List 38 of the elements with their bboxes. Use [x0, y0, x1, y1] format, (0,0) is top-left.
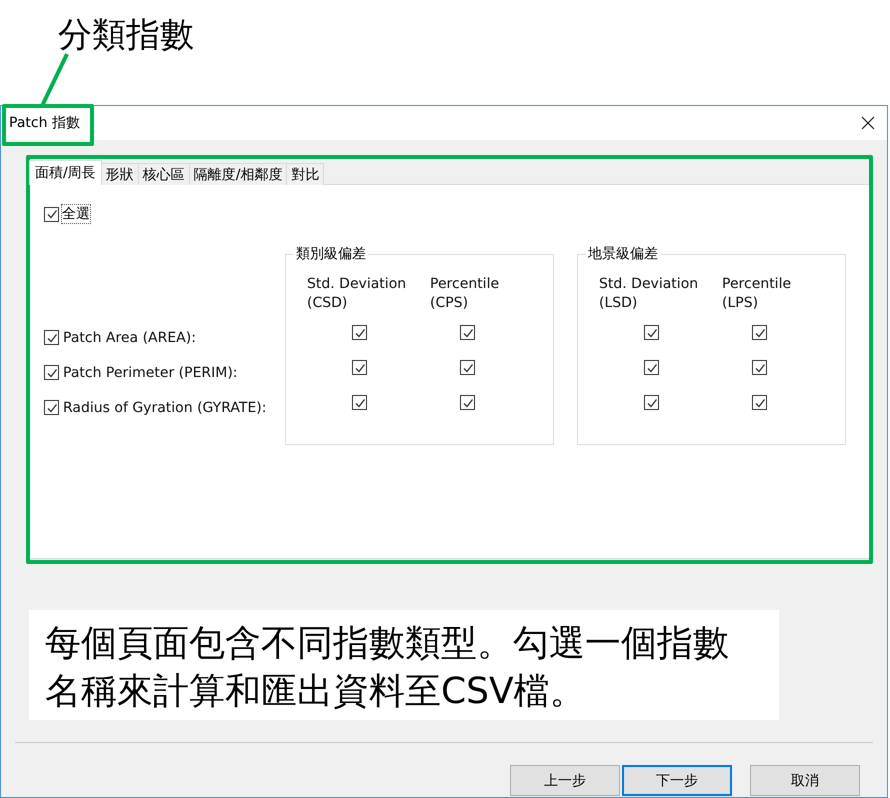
nav-button[interactable]: 上一步: [510, 765, 620, 796]
metric-label: Patch Perimeter (PERIM):: [63, 365, 238, 381]
column-header: Percentile (CPS): [430, 275, 500, 313]
checkbox[interactable]: [352, 325, 367, 340]
checkbox[interactable]: [44, 365, 59, 380]
checkbox[interactable]: [644, 395, 659, 410]
checkbox-label[interactable]: 全選: [62, 205, 90, 223]
checkbox[interactable]: [752, 360, 767, 375]
tab[interactable]: 核心區: [138, 163, 190, 185]
column-header: Percentile (LPS): [722, 275, 792, 313]
checkbox[interactable]: [44, 206, 59, 222]
nav-button[interactable]: 取消: [750, 765, 860, 796]
metric-label: Patch Area (AREA):: [63, 330, 196, 346]
callout-title: 分類指數: [58, 14, 194, 57]
window-title: Patch 指數: [9, 114, 80, 132]
nav-button[interactable]: 下一步: [622, 765, 732, 796]
tab[interactable]: 面積/周長: [29, 160, 102, 185]
checkbox[interactable]: [352, 395, 367, 410]
column-header: Std. Deviation (LSD): [599, 275, 700, 313]
column-header: Std. Deviation (CSD): [307, 275, 408, 313]
checkbox[interactable]: [460, 395, 475, 410]
checkbox[interactable]: [752, 395, 767, 410]
metric-label: Radius of Gyration (GYRATE):: [63, 400, 266, 416]
checkbox[interactable]: [752, 325, 767, 340]
tab[interactable]: 形狀: [100, 163, 139, 185]
checkbox[interactable]: [352, 360, 367, 375]
checkbox[interactable]: [644, 325, 659, 340]
checkbox[interactable]: [460, 360, 475, 375]
checkbox[interactable]: [460, 325, 475, 340]
group-title: 地景級偏差: [587, 245, 659, 263]
tab[interactable]: 對比: [286, 163, 324, 185]
checkbox[interactable]: [44, 400, 59, 415]
close-icon[interactable]: [861, 116, 875, 130]
tab[interactable]: 隔離度/相鄰度: [188, 163, 288, 185]
checkbox[interactable]: [644, 360, 659, 375]
checkbox[interactable]: [44, 330, 59, 345]
callout-note: 每個頁面包含不同指數類型。勾選一個指數名稱來計算和匯出資料至CSV檔。: [29, 610, 779, 720]
group-title: 類別級偏差: [295, 245, 367, 263]
